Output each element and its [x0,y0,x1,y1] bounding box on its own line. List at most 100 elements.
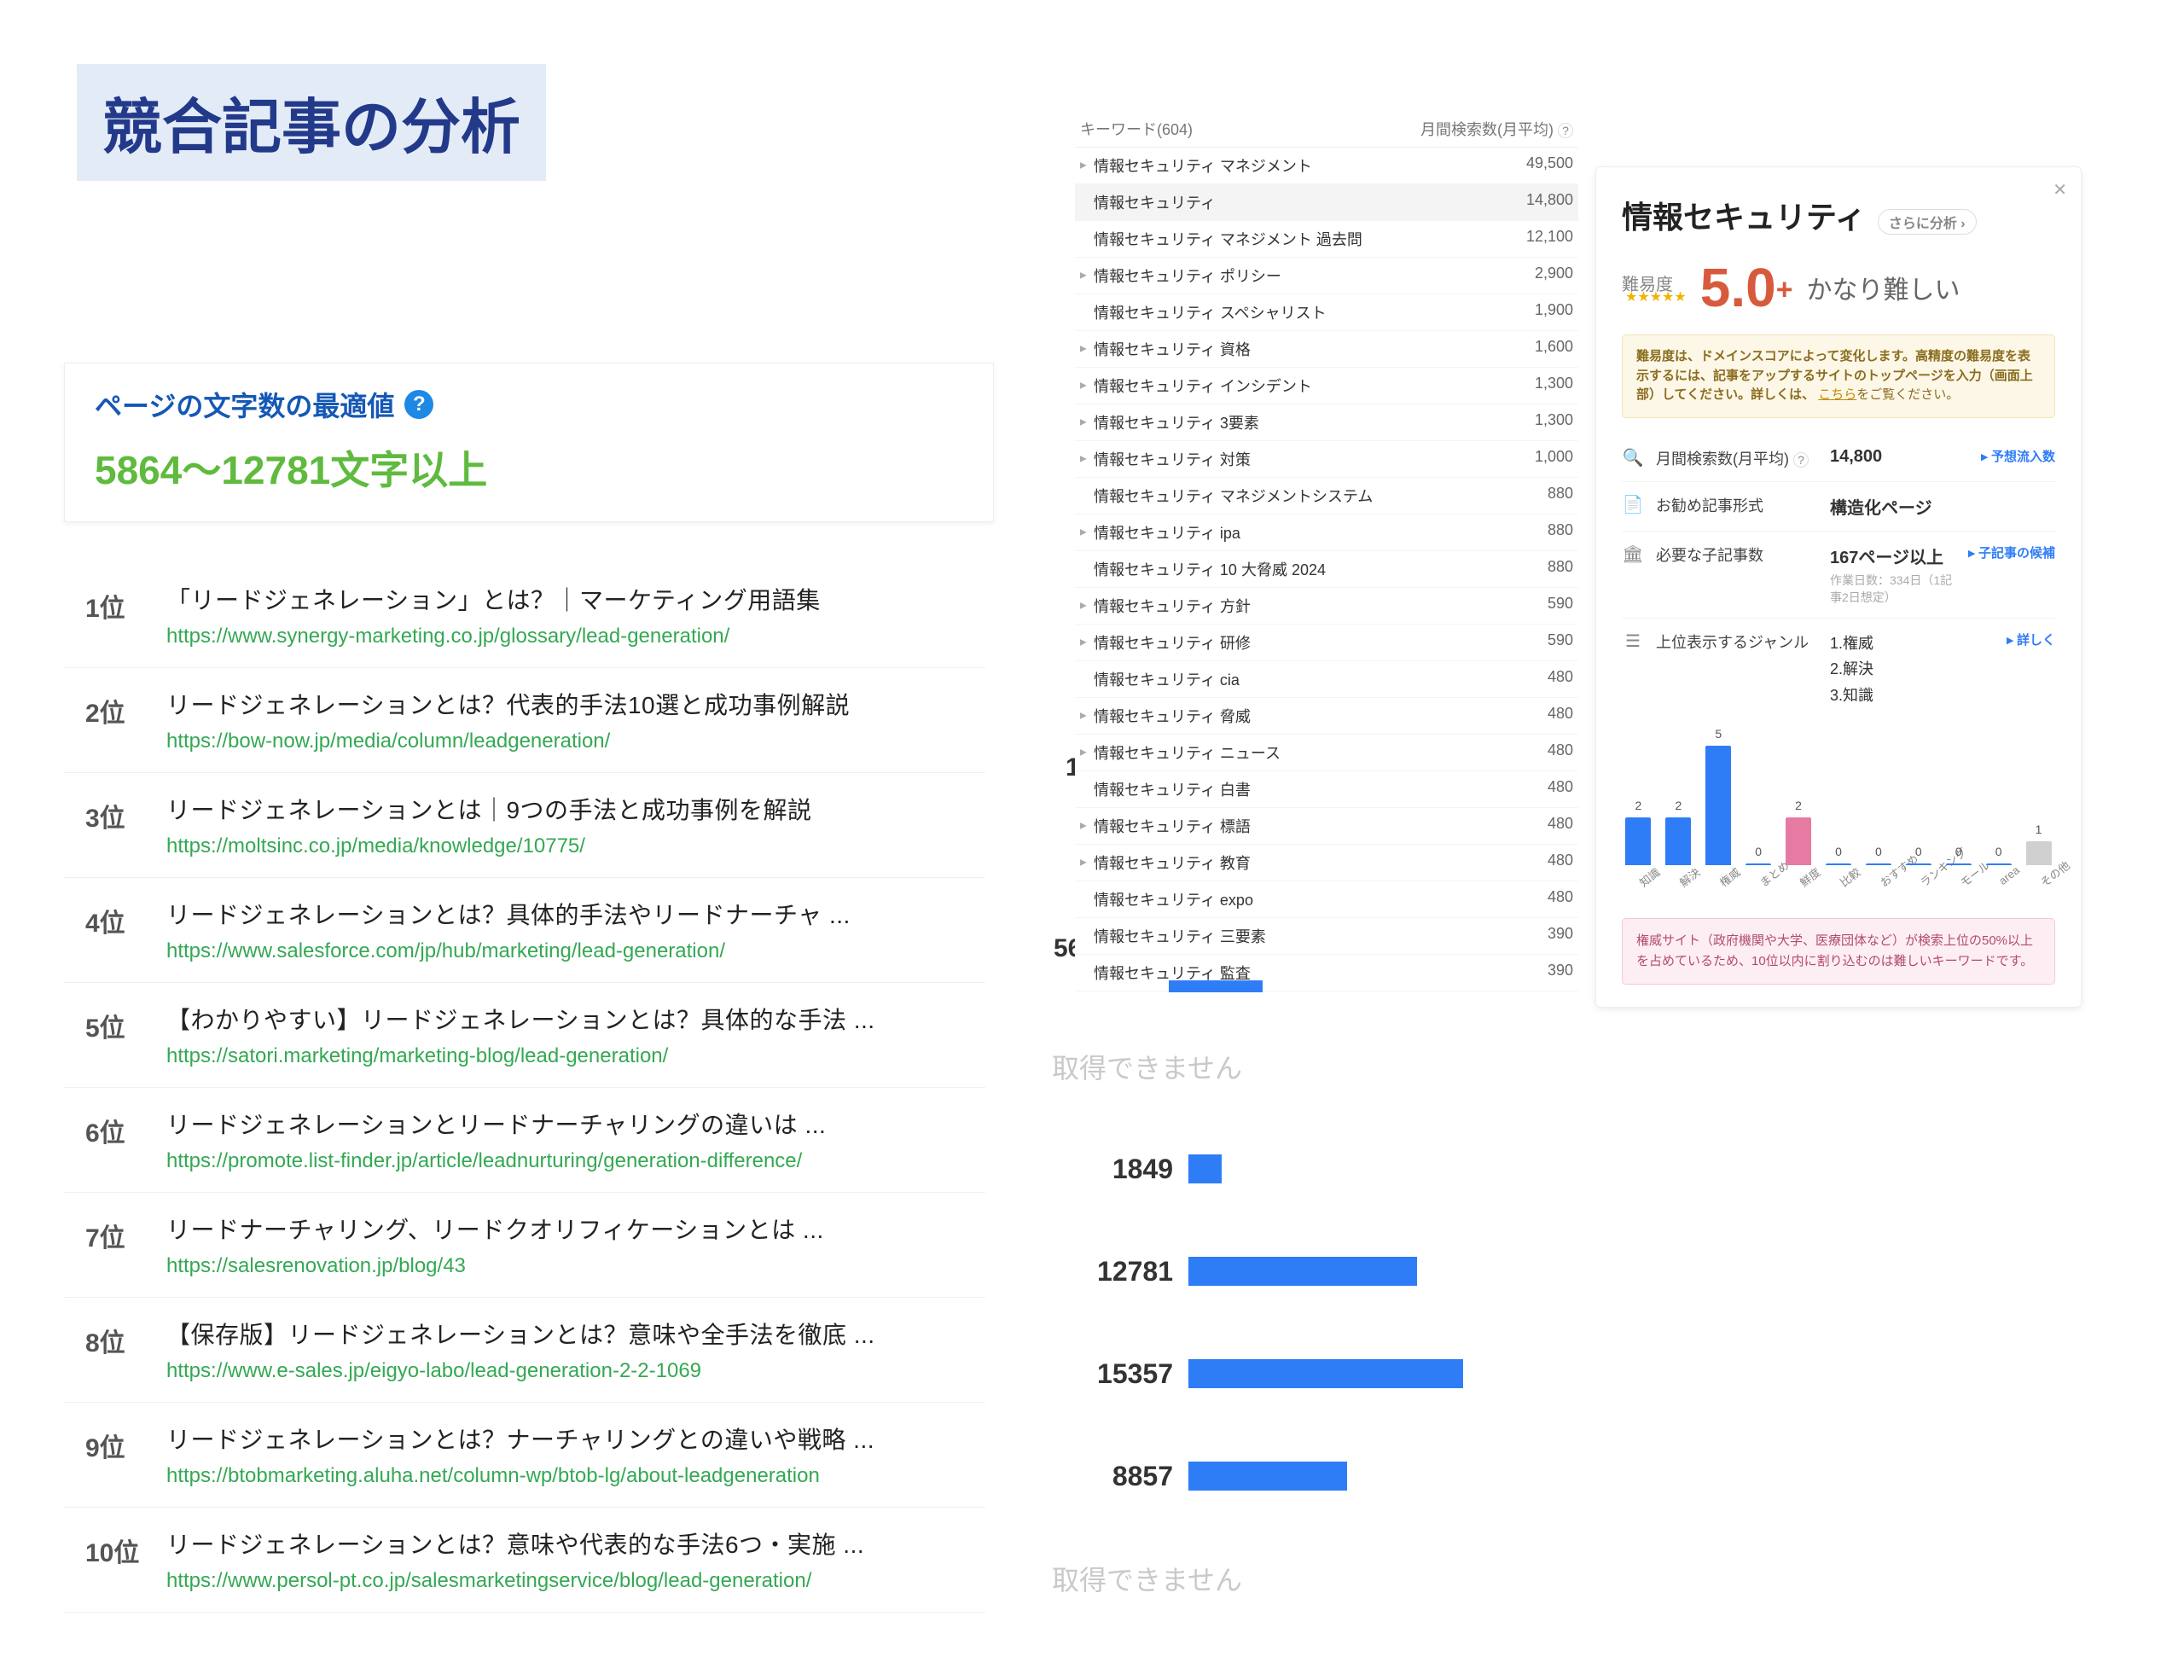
ranking-row[interactable]: 3位 リードジェネレーションとは｜9つの手法と成功事例を解説 https://m… [64,773,985,878]
rank-url[interactable]: https://www.salesforce.com/jp/hub/market… [166,939,985,963]
help-icon[interactable]: ? [404,390,433,419]
rank-title[interactable]: リードジェネレーションとは？代表的手法10選と成功事例解説 [166,687,985,721]
keyword-row[interactable]: 情報セキュリティ cia480 [1075,661,1578,698]
keyword-row[interactable]: 情報セキュリティ スペシャリスト1,900 [1075,294,1578,331]
metrics: 🔍 月間検索数(月平均) ? 14,800 ▸ 予想流入数 📄 お勧め記事形式 … [1622,435,2055,721]
keyword-row[interactable]: 情報セキュリティ14,800 [1075,184,1578,221]
expand-icon[interactable]: ▶ [1080,455,1087,464]
ranking-row[interactable]: 4位 リードジェネレーションとは？具体的手法やリードナーチャ ... https… [64,878,985,983]
keyword-row[interactable]: ▶情報セキュリティ インシデント1,300 [1075,368,1578,404]
bar-value: 0 [1875,845,1882,858]
rank-title[interactable]: リードジェネレーションとは｜9つの手法と成功事例を解説 [166,792,985,826]
rank-url[interactable]: https://moltsinc.co.jp/media/knowledge/1… [166,834,985,858]
help-icon[interactable]: ? [1558,123,1573,138]
help-icon[interactable]: ? [1793,452,1809,468]
keyword-row[interactable]: 情報セキュリティ マネジメントシステム880 [1075,478,1578,514]
rank-url[interactable]: https://salesrenovation.jp/blog/43 [166,1254,985,1278]
bar-value: 0 [1835,845,1842,858]
more-analysis-link[interactable]: さらに分析 › [1878,209,1977,235]
expand-icon[interactable]: ▶ [1080,822,1087,831]
kw-text: 情報セキュリティ 脅威 [1094,705,1251,727]
rank-url[interactable]: https://www.e-sales.jp/eigyo-labo/lead-g… [166,1359,985,1383]
ranking-row[interactable]: 7位 リードナーチャリング、リードクオリフィケーションとは ... https:… [64,1193,985,1298]
rank-title[interactable]: リードジェネレーションとは？意味や代表的な手法6つ・実施 ... [166,1526,985,1561]
rank-title[interactable]: 「リードジェネレーション」とは？｜マーケティング用語集 [166,582,985,616]
chart-category: おすすめ [1876,872,1898,898]
rank-url[interactable]: https://www.persol-pt.co.jp/salesmarketi… [166,1569,985,1593]
expand-icon[interactable]: ▶ [1080,858,1087,868]
rank-title[interactable]: リードジェネレーションとは？ナーチャリングとの違いや戦略 ... [166,1421,985,1456]
kw-text: 情報セキュリティ スペシャリスト [1094,301,1327,323]
keyword-row[interactable]: ▶情報セキュリティ 資格1,600 [1075,331,1578,368]
keyword-row[interactable]: 情報セキュリティ マネジメント 過去問12,100 [1075,221,1578,258]
keyword-row[interactable]: 情報セキュリティ 監査390 [1075,955,1578,991]
metric-format: 📄 お勧め記事形式 構造化ページ [1622,482,2055,532]
keyword-row[interactable]: ▶情報セキュリティ ipa880 [1075,514,1578,551]
warning-link[interactable]: こちら [1818,387,1856,402]
child-link[interactable]: ▸ 子記事の候補 [1968,544,2055,561]
kw-text: 情報セキュリティ ポリシー [1094,264,1281,287]
rank-url[interactable]: https://promote.list-finder.jp/article/l… [166,1149,985,1173]
kw-text: 情報セキュリティ 研修 [1094,631,1251,654]
chart-bar: 2 [1625,817,1651,865]
keyword-row[interactable]: ▶情報セキュリティ 対策1,000 [1075,441,1578,478]
ranking-row[interactable]: 8位 【保存版】リードジェネレーションとは？意味や全手法を徹底 ... http… [64,1298,985,1403]
wordcount-label-text: ページの文字数の最適値 [95,385,394,424]
expand-icon[interactable]: ▶ [1080,381,1087,391]
ranking-row[interactable]: 2位 リードジェネレーションとは？代表的手法10選と成功事例解説 https:/… [64,668,985,773]
warning-tail: をご覧ください。 [1856,387,1959,402]
ranking-row[interactable]: 6位 リードジェネレーションとリードナーチャリングの違いは ... https:… [64,1088,985,1193]
ranking-row[interactable]: 5位 【わかりやすい】リードジェネレーションとは？具体的な手法 ... http… [64,983,985,1088]
ranking-row[interactable]: 10位 リードジェネレーションとは？意味や代表的な手法6つ・実施 ... htt… [64,1508,985,1613]
rank-url[interactable]: https://www.synergy-marketing.co.jp/glos… [166,625,985,648]
rank-url[interactable]: https://satori.marketing/marketing-blog/… [166,1044,985,1068]
metric-val: 構造化ページ [1830,494,2055,519]
expand-icon[interactable]: ▶ [1080,638,1087,648]
expand-icon[interactable]: ▶ [1080,528,1087,538]
rank-url[interactable]: https://btobmarketing.aluha.net/column-w… [166,1464,985,1488]
expand-icon[interactable]: ▶ [1080,418,1087,427]
genre-list: 1.権威 2.解決 3.知識 [1830,631,1995,709]
keyword-row[interactable]: 情報セキュリティ 白書480 [1075,771,1578,808]
chart-category: その他 [2036,872,2059,898]
keyword-header: キーワード(604) 月間検索数(月平均) ? [1075,111,1578,148]
expand-icon[interactable]: ▶ [1080,161,1087,171]
keyword-row[interactable]: 情報セキュリティ 10 大脅威 2024880 [1075,551,1578,588]
keyword-row[interactable]: ▶情報セキュリティ 研修590 [1075,625,1578,661]
expand-icon[interactable]: ▶ [1080,712,1087,721]
rank-title[interactable]: リードジェネレーションとは？具体的手法やリードナーチャ ... [166,897,985,931]
wordcount-value: 5864〜12781文字以上 [95,439,963,496]
expand-icon[interactable]: ▶ [1080,748,1087,758]
ranking-row[interactable]: 1位 「リードジェネレーション」とは？｜マーケティング用語集 https://w… [64,563,985,668]
bar-value: 2 [1675,799,1682,812]
wc-value: 12781 [1052,1256,1188,1288]
expand-icon[interactable]: ▶ [1080,602,1087,611]
expand-icon[interactable]: ▶ [1080,271,1087,281]
ranking-row[interactable]: 9位 リードジェネレーションとは？ナーチャリングとの違いや戦略 ... http… [64,1403,985,1508]
keyword-row[interactable]: ▶情報セキュリティ ニュース480 [1075,735,1578,771]
rank-title[interactable]: リードジェネレーションとリードナーチャリングの違いは ... [166,1107,985,1141]
expand-icon[interactable]: ▶ [1080,345,1087,354]
keyword-row[interactable]: ▶情報セキュリティ 3要素1,300 [1075,404,1578,441]
keyword-row[interactable]: ▶情報セキュリティ 教育480 [1075,845,1578,881]
keyword-row[interactable]: ▶情報セキュリティ 標語480 [1075,808,1578,845]
rank-url[interactable]: https://bow-now.jp/media/column/leadgene… [166,730,985,753]
keyword-row[interactable]: 情報セキュリティ 三要素390 [1075,918,1578,955]
rank-title[interactable]: リードナーチャリング、リードクオリフィケーションとは ... [166,1212,985,1246]
kw-volume: 2,900 [1535,264,1573,287]
keyword-row[interactable]: 情報セキュリティ expo480 [1075,881,1578,918]
keyword-row[interactable]: ▶ 情報セキュリティ ポリシー 2,900 [1075,258,1578,294]
close-icon[interactable]: ✕ [2053,179,2067,201]
detail-link[interactable]: ▸ 詳しく [2007,631,2055,648]
kw-text: 情報セキュリティ 教育 [1094,852,1251,874]
keyword-row[interactable]: ▶情報セキュリティ 脅威480 [1075,698,1578,735]
rank-title[interactable]: 【わかりやすい】リードジェネレーションとは？具体的な手法 ... [166,1002,985,1036]
genre-item: 3.知識 [1830,683,1995,709]
rank-title[interactable]: 【保存版】リードジェネレーションとは？意味や全手法を徹底 ... [166,1317,985,1351]
bar-value: 2 [1795,799,1802,812]
kw-text: 情報セキュリティ ニュース [1094,741,1281,764]
keyword-row[interactable]: ▶情報セキュリティ 方針590 [1075,588,1578,625]
forecast-link[interactable]: ▸ 予想流入数 [1981,447,2055,465]
kw-text: 情報セキュリティ インシデント [1094,375,1312,397]
keyword-row[interactable]: ▶情報セキュリティ マネジメント49,500 [1075,148,1578,184]
